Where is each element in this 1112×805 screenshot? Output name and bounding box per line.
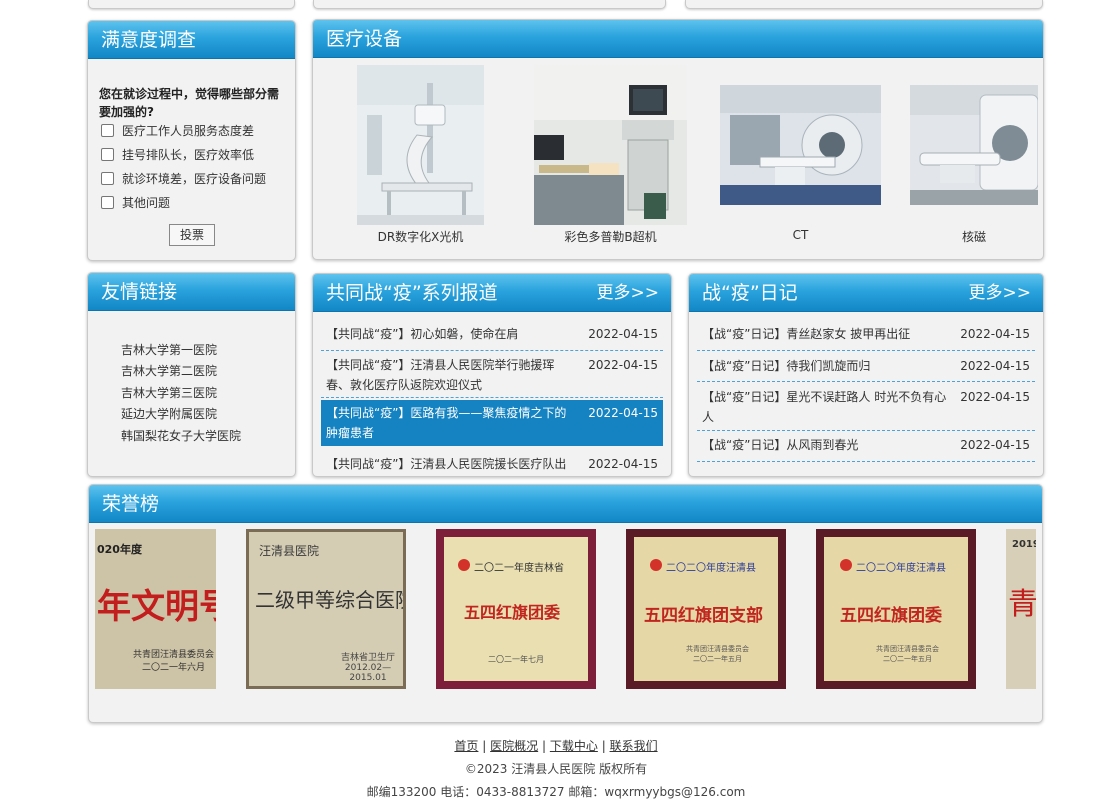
- footer-link-downloads[interactable]: 下载中心: [550, 739, 598, 753]
- diary-item[interactable]: 【战“疫”日记】青丝赵家女 披甲再出征 2022-04-15: [697, 322, 1035, 351]
- survey-panel: 满意度调查 您在就诊过程中，觉得哪些部分需要加强的? 医疗工作人员服务态度差 挂…: [87, 20, 296, 261]
- diary-title: 战“疫”日记 更多>>: [689, 274, 1043, 312]
- news-panel: 共同战“疫”系列报道 更多>> 【共同战“疫”】初心如磐，使命在肩 2022-0…: [312, 273, 672, 477]
- emblem-icon: [650, 559, 662, 571]
- friend-link[interactable]: 吉林大学第二医院: [121, 362, 217, 380]
- news-more-link[interactable]: 更多>>: [597, 274, 660, 312]
- footer-nav: 首页 | 医院概况 | 下载中心 | 联系我们: [454, 739, 658, 753]
- ct-scanner-image: [720, 85, 881, 205]
- friend-link[interactable]: 吉林大学第三医院: [121, 384, 217, 402]
- equipment-title: 医疗设备: [313, 20, 1043, 58]
- vote-button[interactable]: 投票: [169, 224, 215, 246]
- checkbox[interactable]: [101, 172, 114, 185]
- footer-contact: 邮编133200 电话：0433-8813727 邮箱：wqxrmyybgs@1…: [366, 785, 746, 799]
- honor-plaque[interactable]: 二〇二〇年度汪清县 五四红旗团委 共青团汪清县委员会 二〇二一年五月: [816, 529, 976, 689]
- honor-plaque[interactable]: 二〇二一年度吉林省 五四红旗团委 二〇二一年七月: [436, 529, 596, 689]
- equipment-item[interactable]: DR数字化X光机: [357, 65, 484, 245]
- emblem-icon: [458, 559, 470, 571]
- footer-link-home[interactable]: 首页: [454, 739, 478, 753]
- honor-plaque[interactable]: 二〇二〇年度汪清县 五四红旗团支部 共青团汪清县委员会 二〇二一年五月: [626, 529, 786, 689]
- news-item[interactable]: 【共同战“疫”】汪清县人民医院援长医疗队出 2022-04-15: [321, 452, 663, 476]
- honor-plaque[interactable]: 020年度 年文明号 共青团汪清县委员会 二〇二一年六月: [95, 529, 216, 689]
- equipment-item[interactable]: 彩色多普勒B超机: [534, 65, 687, 245]
- survey-option[interactable]: 医疗工作人员服务态度差: [101, 122, 254, 140]
- honor-plaque[interactable]: 汪清县医院 二级甲等综合医院 吉林省卫生厅 2012.02—2015.01: [246, 529, 406, 689]
- survey-option[interactable]: 其他问题: [101, 194, 170, 212]
- friend-link[interactable]: 吉林大学第一医院: [121, 341, 217, 359]
- equipment-caption: 彩色多普勒B超机: [564, 230, 657, 244]
- checkbox[interactable]: [101, 196, 114, 209]
- links-title: 友情链接: [88, 273, 295, 311]
- news-item-active[interactable]: 【共同战“疫”】医路有我——聚焦疫情之下的 肿瘤患者 2022-04-15: [321, 400, 663, 446]
- prev-panel-bottom: [313, 0, 666, 9]
- equipment-item[interactable]: 核磁: [910, 65, 1039, 245]
- links-panel: 友情链接 吉林大学第一医院 吉林大学第二医院 吉林大学第三医院 延边大学附属医院…: [87, 272, 296, 477]
- survey-option[interactable]: 挂号排队长，医疗效率低: [101, 146, 254, 164]
- emblem-icon: [840, 559, 852, 571]
- news-item[interactable]: 【共同战“疫”】汪清县人民医院举行驰援珲 春、敦化医疗队返院欢迎仪式 2022-…: [321, 352, 663, 398]
- equipment-item[interactable]: CT: [720, 65, 881, 245]
- footer-link-contact[interactable]: 联系我们: [610, 739, 658, 753]
- diary-item[interactable]: 【战“疫”日记】星光不误赶路人 时光不负有心 人 2022-04-15: [697, 384, 1035, 431]
- equipment-caption: CT: [792, 228, 809, 242]
- friend-link[interactable]: 韩国梨花女子大学医院: [121, 427, 241, 445]
- news-title: 共同战“疫”系列报道 更多>>: [313, 274, 671, 312]
- diary-panel: 战“疫”日记 更多>> 【战“疫”日记】青丝赵家女 披甲再出征 2022-04-…: [688, 273, 1044, 477]
- checkbox[interactable]: [101, 124, 114, 137]
- friend-link[interactable]: 延边大学附属医院: [121, 405, 217, 423]
- diary-item[interactable]: 【战“疫”日记】待我们凯旋而归 2022-04-15: [697, 353, 1035, 382]
- survey-title: 满意度调查: [88, 21, 295, 59]
- checkbox[interactable]: [101, 148, 114, 161]
- survey-question: 您在就诊过程中，觉得哪些部分需要加强的?: [99, 87, 280, 119]
- equipment-panel: 医疗设备 DR数字化X光机 彩色多普勒B超机 CT 核磁: [312, 19, 1044, 260]
- footer-copyright: ©2023 汪清县人民医院 版权所有: [464, 762, 648, 776]
- ultrasound-machine-image: [534, 65, 687, 225]
- xray-machine-image: [357, 65, 484, 225]
- footer-link-overview[interactable]: 医院概况: [490, 739, 538, 753]
- equipment-caption: 核磁: [961, 230, 986, 244]
- mri-scanner-image: [910, 85, 1039, 205]
- honor-plaque[interactable]: 2019 青: [1006, 529, 1036, 689]
- diary-item[interactable]: 【战“疫”日记】从风雨到春光 2022-04-15: [697, 433, 1035, 462]
- equipment-caption: DR数字化X光机: [377, 230, 464, 244]
- prev-panel-bottom: [88, 0, 295, 9]
- prev-panel-bottom: [685, 0, 1043, 9]
- survey-option[interactable]: 就诊环境差，医疗设备问题: [101, 170, 266, 188]
- honors-title: 荣誉榜: [89, 485, 1042, 523]
- diary-more-link[interactable]: 更多>>: [969, 274, 1032, 312]
- news-item[interactable]: 【共同战“疫”】初心如磐，使命在肩 2022-04-15: [321, 322, 663, 351]
